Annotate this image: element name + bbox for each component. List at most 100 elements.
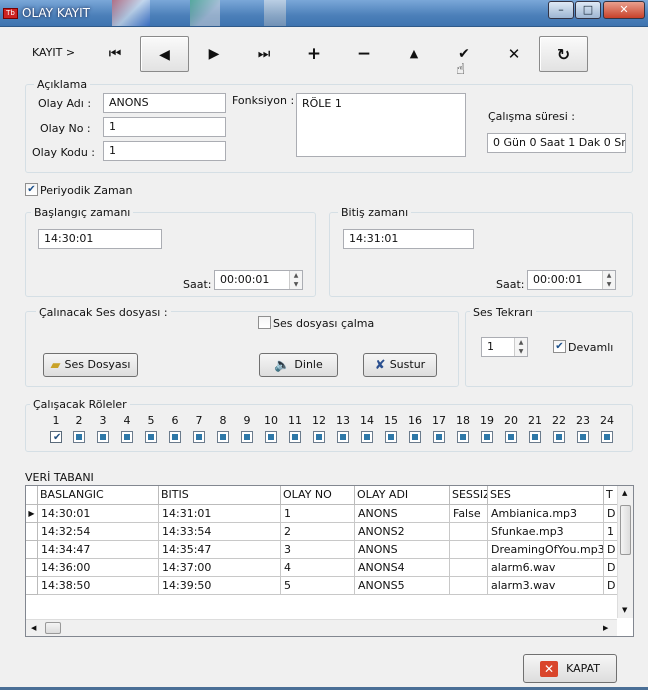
table-cell[interactable]: ANONS [355,505,450,523]
event-code-field[interactable]: 1 [103,141,226,161]
relay-checkbox-20[interactable] [505,431,517,443]
function-field[interactable]: RÖLE 1 [296,93,466,157]
table-cell[interactable]: False [450,505,488,523]
relay-checkbox-18[interactable] [457,431,469,443]
no-sound-checkbox[interactable]: ✔ [258,316,271,329]
end-hour-spinner[interactable]: 00:00:01 ▲ ▼ [527,270,616,290]
relay-checkbox-12[interactable] [313,431,325,443]
listen-button[interactable]: 🔈 Dinle [259,353,338,377]
relay-checkbox-19[interactable] [481,431,493,443]
table-cell[interactable]: ANONS5 [355,577,450,595]
table-cell[interactable]: 14:36:00 [38,559,159,577]
maximize-button[interactable]: □ [575,1,601,19]
relay-checkbox-4[interactable] [121,431,133,443]
table-cell[interactable]: 2 [281,523,355,541]
column-header[interactable]: SESSIZ [450,486,488,505]
scroll-right-icon[interactable]: ▶ [603,624,608,632]
table-cell[interactable]: 1 [604,523,618,541]
table-cell[interactable]: DreamingOfYou.mp3 [488,541,604,559]
delete-record-icon[interactable]: − [345,36,383,72]
table-cell[interactable]: 14:38:50 [38,577,159,595]
end-time-field[interactable]: 14:31:01 [343,229,474,249]
column-header[interactable]: OLAY NO [281,486,355,505]
prev-record-icon[interactable]: ◀ [140,36,189,72]
table-cell[interactable]: 14:30:01 [38,505,159,523]
table-cell[interactable]: Ambianica.mp3 [488,505,604,523]
scroll-down-icon[interactable]: ▼ [622,606,627,614]
relay-checkbox-1[interactable]: ✔ [50,431,62,443]
table-cell[interactable]: alarm6.wav [488,559,604,577]
table-cell[interactable]: D [604,505,618,523]
event-name-field[interactable]: ANONS [103,93,226,113]
table-cell[interactable]: ANONS [355,541,450,559]
table-cell[interactable]: D [604,577,618,595]
column-header[interactable]: SES [488,486,604,505]
edit-record-icon[interactable]: ▲ [395,36,433,72]
vertical-scroll-thumb[interactable] [620,505,631,555]
table-cell[interactable]: ANONS4 [355,559,450,577]
table-cell[interactable]: 14:39:50 [159,577,281,595]
table-cell[interactable]: Sfunkae.mp3 [488,523,604,541]
relay-checkbox-17[interactable] [433,431,445,443]
end-hour-spin-buttons[interactable]: ▲ ▼ [602,271,615,289]
relay-checkbox-23[interactable] [577,431,589,443]
row-header[interactable] [26,541,38,559]
table-cell[interactable] [450,559,488,577]
close-window-button[interactable]: ✕ [603,1,645,19]
continuous-checkbox[interactable]: ✔ [553,340,566,353]
table-cell[interactable]: 14:32:54 [38,523,159,541]
scroll-up-icon[interactable]: ▲ [622,489,627,497]
relay-checkbox-8[interactable] [217,431,229,443]
relay-checkbox-13[interactable] [337,431,349,443]
title-bar[interactable]: Tb OLAY KAYIT – □ ✕ [0,0,648,27]
horizontal-scrollbar[interactable]: ◀ ▶ [26,619,617,636]
relay-checkbox-6[interactable] [169,431,181,443]
column-header[interactable]: T [604,486,618,505]
table-cell[interactable]: D [604,559,618,577]
relay-checkbox-10[interactable] [265,431,277,443]
periodic-checkbox[interactable]: ✔ [25,183,38,196]
table-cell[interactable] [450,541,488,559]
row-header[interactable] [26,523,38,541]
relay-checkbox-21[interactable] [529,431,541,443]
next-record-icon[interactable]: ▶ [195,36,233,72]
repeat-count-spin-buttons[interactable]: ▲ ▼ [514,338,527,356]
column-header[interactable]: BASLANGIC [38,486,159,505]
relay-checkbox-3[interactable] [97,431,109,443]
horizontal-scroll-thumb[interactable] [45,622,61,634]
relay-checkbox-16[interactable] [409,431,421,443]
cancel-icon[interactable]: ✕ [495,36,533,72]
table-cell[interactable]: 14:31:01 [159,505,281,523]
table-cell[interactable]: 4 [281,559,355,577]
last-record-icon[interactable]: ⏭ [245,36,283,72]
scroll-left-icon[interactable]: ◀ [31,624,36,632]
row-header[interactable] [26,577,38,595]
column-header[interactable]: OLAY ADI [355,486,450,505]
table-cell[interactable]: 14:37:00 [159,559,281,577]
table-cell[interactable]: ANONS2 [355,523,450,541]
table-cell[interactable]: alarm3.wav [488,577,604,595]
kapat-button[interactable]: ✕ KAPAT [523,654,617,683]
relay-checkbox-24[interactable] [601,431,613,443]
table-cell[interactable] [450,523,488,541]
refresh-icon[interactable]: ↻ [539,36,588,72]
database-grid[interactable]: BASLANGIC BITIS OLAY NO OLAY ADI SESSIZ SES T ▶… [25,485,634,637]
minimize-button[interactable]: – [548,1,574,19]
relay-checkbox-5[interactable] [145,431,157,443]
relay-checkbox-15[interactable] [385,431,397,443]
table-cell[interactable]: 1 [281,505,355,523]
relay-checkbox-11[interactable] [289,431,301,443]
add-record-icon[interactable]: + [295,36,333,72]
sound-file-button[interactable]: ▰ Ses Dosyası [43,353,138,377]
table-cell[interactable] [450,577,488,595]
relay-checkbox-14[interactable] [361,431,373,443]
vertical-scrollbar[interactable]: ▲ ▼ [617,486,633,618]
table-cell[interactable]: 14:33:54 [159,523,281,541]
row-header[interactable] [26,559,38,577]
column-header[interactable]: BITIS [159,486,281,505]
start-time-field[interactable]: 14:30:01 [38,229,162,249]
relay-checkbox-9[interactable] [241,431,253,443]
row-header[interactable]: ▶ [26,505,38,523]
table-cell[interactable]: D [604,541,618,559]
relay-checkbox-22[interactable] [553,431,565,443]
